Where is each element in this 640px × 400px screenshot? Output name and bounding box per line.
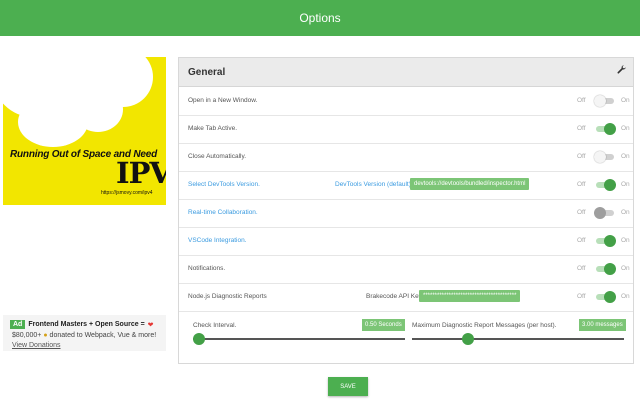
off-label: Off (577, 265, 586, 272)
off-label: Off (577, 153, 586, 160)
ad-amount: $80,000+ (12, 332, 42, 339)
setting-row-make-tab-active: Make Tab Active. Off On (179, 115, 633, 144)
cloud-shape (73, 87, 123, 132)
setting-row-diagnostic-reports: Node.js Diagnostic Reports Brakecode API… (179, 283, 633, 312)
ad-body-text: donated to Webpack, Vue & more! (49, 332, 157, 339)
off-label: Off (577, 181, 586, 188)
off-label: Off (577, 209, 586, 216)
toggle-knob (604, 263, 616, 275)
view-donations-link[interactable]: View Donations (12, 342, 61, 349)
on-label: On (621, 125, 630, 132)
toggle-knob (604, 123, 616, 135)
max-messages-slider-handle[interactable] (462, 333, 474, 345)
check-interval-slider-handle[interactable] (193, 333, 205, 345)
promo-banner[interactable]: Running Out of Space and Need IPV4 https… (3, 57, 166, 205)
save-button[interactable]: SAVE (328, 377, 368, 396)
setting-row-devtools-version: Select DevTools Version. DevTools Versio… (179, 171, 633, 200)
heart-icon: ❤ (147, 321, 154, 329)
ad-tag: Ad (10, 320, 26, 329)
max-messages-value: 3.00 messages (579, 319, 626, 331)
check-interval-track[interactable] (193, 338, 405, 340)
on-label: On (621, 237, 630, 244)
realtime-collaboration-link[interactable]: Real-time Collaboration. (188, 209, 258, 216)
toggle-switch[interactable] (594, 263, 616, 275)
toggle-knob (604, 291, 616, 303)
on-label: On (621, 209, 630, 216)
api-key-label: Brakecode API Key: (366, 293, 424, 300)
devtools-url-field[interactable]: devtools://devtools/bundled/inspector.ht… (410, 178, 530, 190)
toggle-switch[interactable] (594, 291, 616, 303)
coin-icon: ● (43, 332, 48, 339)
setting-row-vscode-integration: VSCode Integration. Off On (179, 227, 633, 256)
ad-body: $80,000+ ● donated to Webpack, Vue & mor… (12, 332, 156, 339)
max-messages-track[interactable] (412, 338, 624, 340)
promo-big-text: IPV4 (116, 156, 166, 190)
toggle-knob (594, 95, 606, 107)
off-label: Off (577, 125, 586, 132)
setting-label: Make Tab Active. (188, 125, 238, 132)
toggle-switch[interactable] (594, 235, 616, 247)
off-label: Off (577, 293, 586, 300)
devtools-version-link[interactable]: Select DevTools Version. (188, 181, 260, 188)
toggle-switch[interactable] (594, 207, 616, 219)
ad-box[interactable]: Ad Frontend Masters + Open Source = ❤ $8… (3, 315, 166, 351)
on-label: On (621, 181, 630, 188)
devtools-version-label[interactable]: DevTools Version (default): (335, 181, 413, 188)
setting-row-realtime-collaboration: Real-time Collaboration. Off On (179, 199, 633, 228)
off-label: Off (577, 97, 586, 104)
setting-label: Open in a New Window. (188, 97, 258, 104)
check-interval-value: 0.50 Seconds (362, 319, 405, 331)
panel-title: General (188, 66, 226, 78)
api-key-field[interactable]: **************************************** (419, 290, 521, 302)
toggle-switch[interactable] (594, 151, 616, 163)
setting-label: Notifications. (188, 265, 226, 272)
promo-url: https://jsmovy.com/ipv4 (101, 190, 153, 196)
header-bar: Options (0, 0, 640, 36)
wrench-icon[interactable] (617, 65, 626, 77)
toggle-switch[interactable] (594, 123, 616, 135)
on-label: On (621, 153, 630, 160)
toggle-knob (604, 179, 616, 191)
options-panel: General Open in a New Window. Off On Mak… (178, 57, 634, 364)
on-label: On (621, 97, 630, 104)
toggle-switch[interactable] (594, 95, 616, 107)
ad-header: Ad Frontend Masters + Open Source = ❤ (10, 320, 154, 329)
setting-row-open-new-window: Open in a New Window. Off On (179, 87, 633, 116)
max-messages-label: Maximum Diagnostic Report Messages (per … (412, 322, 557, 329)
toggle-knob (604, 235, 616, 247)
on-label: On (621, 293, 630, 300)
setting-row-close-automatically: Close Automatically. Off On (179, 143, 633, 172)
toggle-switch[interactable] (594, 179, 616, 191)
panel-header: General (179, 58, 633, 87)
off-label: Off (577, 237, 586, 244)
on-label: On (621, 265, 630, 272)
check-interval-label: Check Interval. (193, 322, 237, 329)
ad-title: Frontend Masters + Open Source = (28, 321, 145, 328)
page-title: Options (299, 11, 341, 25)
setting-row-notifications: Notifications. Off On (179, 255, 633, 284)
toggle-knob (594, 207, 606, 219)
setting-label: Close Automatically. (188, 153, 247, 160)
toggle-knob (594, 151, 606, 163)
vscode-integration-link[interactable]: VSCode Integration. (188, 237, 247, 244)
setting-label: Node.js Diagnostic Reports (188, 293, 267, 300)
